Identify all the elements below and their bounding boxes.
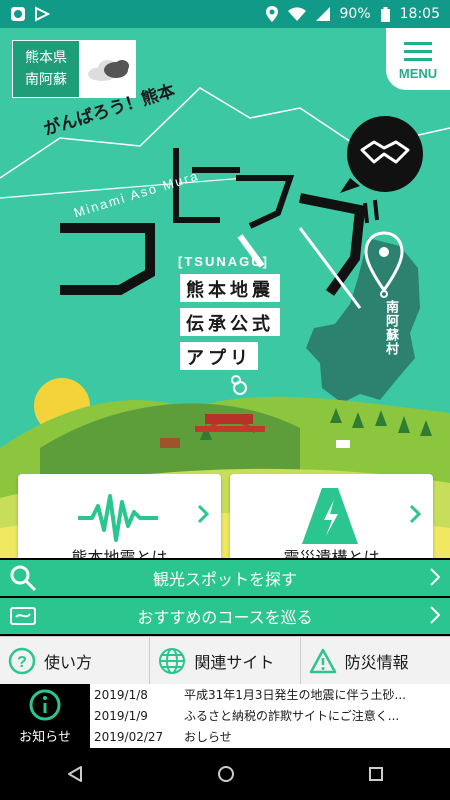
info-icon <box>29 689 61 720</box>
notice-item[interactable]: 2019/02/27 おしらせ <box>90 726 450 747</box>
card-earthquake[interactable]: 熊本地震とは <box>18 474 221 558</box>
signal-icon <box>315 7 330 21</box>
wifi-icon <box>287 7 306 21</box>
title-line-1: 熊本地震 <box>180 274 280 302</box>
notice-date: 2019/1/9 <box>94 708 148 723</box>
nav-how-to-use[interactable]: ? 使い方 <box>0 637 151 684</box>
app-icon <box>11 7 25 21</box>
hero-area: 熊本県 南阿蘇 MENU がんばろう！熊本 Minami Aso Mura [T… <box>0 28 450 558</box>
notice-item[interactable]: 2019/1/8 平成31年1月3日発生の地震に伴う土砂... <box>90 684 450 705</box>
clock: 18:05 <box>399 6 440 22</box>
notice-title: ふるさと納税の詐欺サイトにご注意く... <box>184 709 400 723</box>
menu-button[interactable]: MENU <box>386 28 450 90</box>
handshake-icon <box>360 140 410 164</box>
nav-related-sites[interactable]: 関連サイト <box>150 637 301 684</box>
card-ruins-label: 震災遺構とは <box>283 548 380 558</box>
recommended-course-label: おすすめのコースを巡る <box>137 608 313 627</box>
map-icon <box>10 607 36 625</box>
chevron-right-icon <box>430 568 440 586</box>
notice-title: 平成31年1月3日発生の地震に伴う土砂... <box>184 688 406 702</box>
location-icon <box>265 6 278 22</box>
notice-button[interactable]: お知らせ <box>0 684 90 748</box>
card-ruins[interactable]: 震災遺構とは <box>230 474 433 558</box>
nav-related-sites-label: 関連サイト <box>194 652 275 672</box>
menu-label: MENU <box>398 66 438 81</box>
notice-area: お知らせ 2019/1/8 平成31年1月3日発生の地震に伴う土砂... 201… <box>0 684 450 748</box>
utility-nav: ? 使い方 関連サイト 防災情報 <box>0 636 450 684</box>
svg-text:?: ? <box>17 654 27 671</box>
notice-title: おしらせ <box>184 730 232 744</box>
help-icon: ? <box>8 647 36 674</box>
location-town: 南阿蘇 <box>25 72 67 88</box>
notice-list: 2019/1/8 平成31年1月3日発生の地震に伴う土砂... 2019/1/9… <box>90 684 450 747</box>
recents-icon[interactable] <box>368 766 384 782</box>
search-icon <box>10 565 37 592</box>
search-spots-button[interactable]: 観光スポットを探す <box>0 560 450 596</box>
ruins-icon <box>302 488 358 544</box>
search-spots-label: 観光スポットを探す <box>152 570 297 589</box>
seismograph-icon <box>78 494 158 542</box>
notice-date: 2019/02/27 <box>94 729 164 744</box>
nav-how-to-use-label: 使い方 <box>44 652 93 672</box>
title-line-2: 伝承公式 <box>180 308 280 336</box>
chevron-right-icon <box>430 606 440 624</box>
card-earthquake-label: 熊本地震とは <box>71 548 168 558</box>
battery-text: 90% <box>339 6 371 22</box>
globe-icon <box>159 647 186 674</box>
tsunagu-tag: [TSUNAGU] <box>178 254 269 269</box>
warning-icon <box>309 648 336 673</box>
back-icon[interactable] <box>66 765 84 783</box>
location-prefecture: 熊本県 <box>25 50 67 66</box>
nav-disaster-info-label: 防災情報 <box>344 652 409 672</box>
home-icon[interactable] <box>217 765 235 783</box>
system-nav-bar <box>0 748 450 800</box>
nav-disaster-info[interactable]: 防災情報 <box>301 637 450 684</box>
location-badge[interactable]: 熊本県 南阿蘇 <box>12 40 136 98</box>
notice-button-label: お知らせ <box>19 729 71 745</box>
status-bar: 90% 18:05 <box>0 0 450 28</box>
village-label: 南阿蘇村 <box>383 300 398 356</box>
hamburger-icon <box>404 37 432 66</box>
battery-icon <box>380 6 390 22</box>
chevron-right-icon <box>197 504 209 524</box>
title-line-3: アプリ <box>180 342 258 370</box>
nav-app-icon <box>35 6 50 22</box>
notice-item[interactable]: 2019/1/9 ふるさと納税の詐欺サイトにご注意く... <box>90 705 450 726</box>
notice-date: 2019/1/8 <box>94 687 148 702</box>
recommended-course-button[interactable]: おすすめのコースを巡る <box>0 598 450 634</box>
chevron-right-icon <box>409 504 421 524</box>
